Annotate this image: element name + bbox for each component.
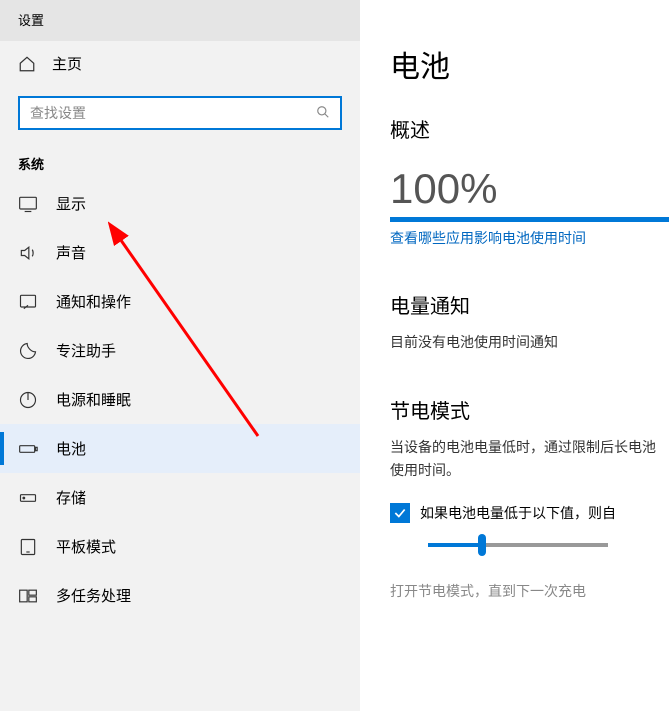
overview-heading: 概述 xyxy=(390,114,669,143)
nav-label: 专注助手 xyxy=(56,340,116,361)
home-nav[interactable]: 主页 xyxy=(0,41,360,86)
nav-label: 电池 xyxy=(56,438,86,459)
nav-label: 多任务处理 xyxy=(56,585,131,606)
nav-label: 存储 xyxy=(56,487,86,508)
app-title: 设置 xyxy=(0,0,360,41)
home-icon xyxy=(18,55,36,73)
notify-text: 目前没有电池使用时间通知 xyxy=(390,331,669,353)
saver-checkbox-label: 如果电池电量低于以下值，则自 xyxy=(420,503,616,523)
page-title: 电池 xyxy=(390,42,669,86)
nav-label: 显示 xyxy=(56,193,86,214)
saver-threshold-slider[interactable] xyxy=(428,543,608,547)
nav-item-sound[interactable]: 声音 xyxy=(0,228,360,277)
sound-icon xyxy=(18,243,38,263)
search-input[interactable] xyxy=(30,105,316,121)
nav-item-display[interactable]: 显示 xyxy=(0,179,360,228)
multitask-icon xyxy=(18,586,38,606)
notify-heading: 电量通知 xyxy=(390,290,669,319)
battery-progress-bar xyxy=(390,217,669,222)
search-box[interactable] xyxy=(18,96,342,130)
nav-item-battery[interactable]: 电池 xyxy=(0,424,360,473)
tablet-icon xyxy=(18,537,38,557)
nav-item-notifications[interactable]: 通知和操作 xyxy=(0,277,360,326)
nav-label: 通知和操作 xyxy=(56,291,131,312)
nav-item-focus[interactable]: 专注助手 xyxy=(0,326,360,375)
nav-label: 电源和睡眠 xyxy=(56,389,131,410)
nav-item-tablet[interactable]: 平板模式 xyxy=(0,522,360,571)
storage-icon xyxy=(18,488,38,508)
slider-fill xyxy=(428,543,482,547)
home-label: 主页 xyxy=(52,53,82,74)
nav-item-storage[interactable]: 存储 xyxy=(0,473,360,522)
nav-label: 声音 xyxy=(56,242,86,263)
power-icon xyxy=(18,390,38,410)
search-icon xyxy=(316,105,330,122)
nav-label: 平板模式 xyxy=(56,536,116,557)
battery-apps-link[interactable]: 查看哪些应用影响电池使用时间 xyxy=(390,228,669,248)
saver-checkbox[interactable] xyxy=(390,503,410,523)
notification-icon xyxy=(18,292,38,312)
slider-thumb[interactable] xyxy=(478,534,486,556)
focus-icon xyxy=(18,341,38,361)
nav-item-power[interactable]: 电源和睡眠 xyxy=(0,375,360,424)
battery-icon xyxy=(18,439,38,459)
group-title-system: 系统 xyxy=(0,136,360,179)
saver-note: 打开节电模式，直到下一次充电 xyxy=(390,581,669,601)
nav-item-multitask[interactable]: 多任务处理 xyxy=(0,571,360,620)
saver-heading: 节电模式 xyxy=(390,395,669,424)
saver-text: 当设备的电池电量低时，通过限制后长电池使用时间。 xyxy=(390,436,669,481)
display-icon xyxy=(18,194,38,214)
battery-percent: 100% xyxy=(390,165,669,213)
